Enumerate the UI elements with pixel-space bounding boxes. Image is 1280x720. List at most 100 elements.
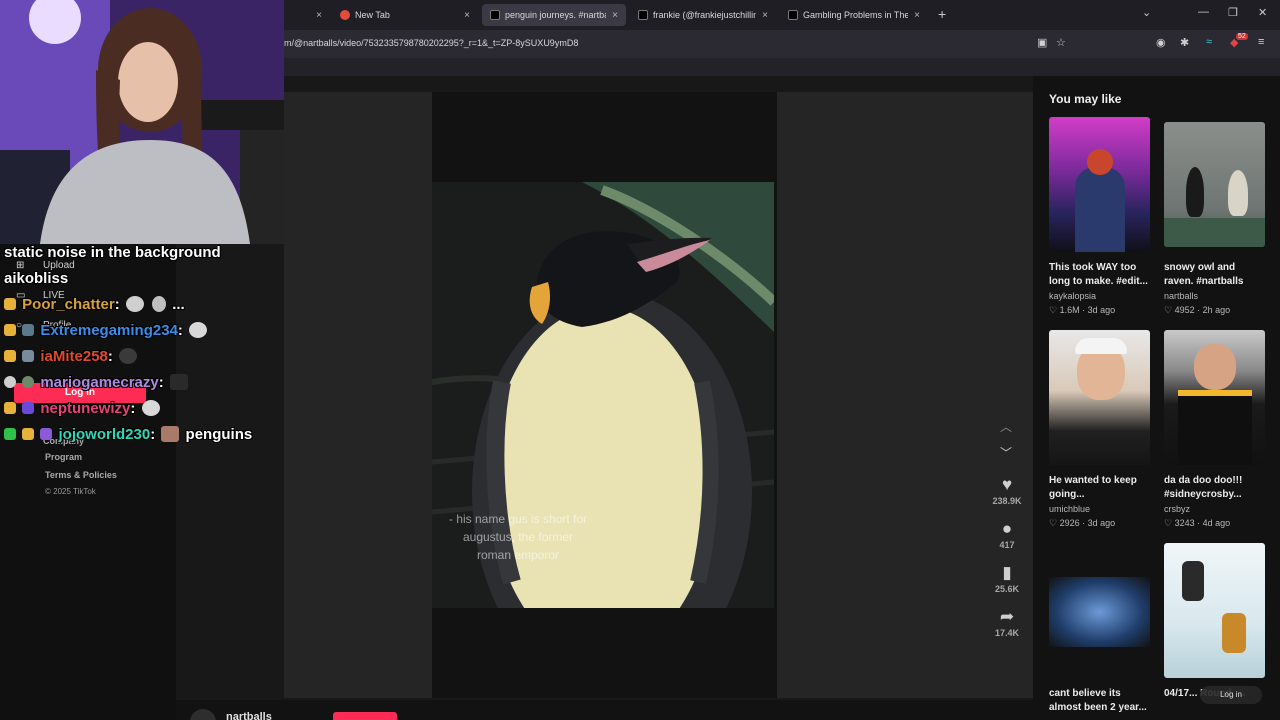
video-thumbnail[interactable] <box>1164 330 1265 465</box>
save-button[interactable]: ▮ 25.6K <box>986 564 1028 595</box>
chat-text: penguins <box>185 426 253 443</box>
close-icon[interactable]: × <box>612 10 618 21</box>
chat-message: Extremegaming234: <box>4 322 209 339</box>
browser-tab[interactable]: × <box>284 4 330 26</box>
heart-icon: ♥ <box>1001 475 1013 494</box>
emote-icon <box>189 322 208 338</box>
tab-label: New Tab <box>355 10 390 20</box>
share-button[interactable]: ➦ 17.4K <box>986 607 1028 639</box>
tiktok-icon <box>638 10 648 20</box>
chat-message: jojoworld230: penguins <box>4 426 252 443</box>
browser-tab-bar: × New Tab × penguin journeys. #nartball … <box>284 0 1280 30</box>
card-author[interactable]: umichblue <box>1049 504 1150 514</box>
video-thumbnail[interactable] <box>1049 117 1150 252</box>
chat-username: aikobliss <box>4 270 69 287</box>
chat-colon: : <box>150 426 156 443</box>
chat-username: mariogamecrazy <box>40 374 159 391</box>
like-button[interactable]: ♥ 238.9K <box>986 475 1028 507</box>
card-likes: 2926 <box>1059 518 1080 528</box>
card-meta: ♡ 3243 · 4d ago <box>1164 518 1265 529</box>
card-title: snowy owl and raven. #nartballs <box>1164 262 1244 287</box>
new-tab-button[interactable]: + <box>938 6 946 22</box>
badge-icon <box>22 376 35 388</box>
extension-icon[interactable]: ≈ <box>1206 36 1212 48</box>
close-window-icon[interactable]: ✕ <box>1258 6 1267 19</box>
tiktok-icon <box>788 10 798 20</box>
chat-username: Extremegaming234 <box>40 322 178 339</box>
author-name[interactable]: nartballs <box>226 711 272 720</box>
close-icon[interactable]: × <box>464 10 470 21</box>
badge-icon <box>22 324 35 336</box>
firefox-icon <box>340 10 350 20</box>
heart-icon: ♡ <box>1049 305 1058 315</box>
emote-icon <box>119 348 138 364</box>
recommended-card[interactable]: cant believe its almost been 2 year... <box>1049 543 1150 715</box>
card-meta: ♡ 4952 · 2h ago <box>1164 305 1265 316</box>
address-bar[interactable]: m/@nartballs/video/7532335798780202295?_… <box>284 30 1280 58</box>
chat-colon: : <box>107 348 113 365</box>
card-age: 3d ago <box>1087 305 1116 315</box>
card-likes: 4952 <box>1174 305 1195 315</box>
browser-tab[interactable]: Gambling Problems in Therapy × <box>780 4 928 26</box>
list-tabs-icon[interactable]: ⌄ <box>1142 6 1151 19</box>
minimize-icon[interactable]: — <box>1198 6 1209 18</box>
save-count: 25.6K <box>994 584 1020 594</box>
chat-colon: : <box>177 322 183 339</box>
video-thumbnail[interactable] <box>1164 122 1265 247</box>
bookmark-star-icon[interactable]: ☆ <box>1056 36 1066 49</box>
tiktok-icon <box>490 10 500 20</box>
picture-in-picture-icon[interactable]: ▣ <box>1037 36 1047 49</box>
chat-colon: : <box>114 296 120 313</box>
badge-icon <box>22 428 35 440</box>
close-icon[interactable]: × <box>914 10 920 21</box>
chat-message: neptunewizy: <box>4 400 162 417</box>
close-icon[interactable]: × <box>316 10 322 21</box>
chat-colon: : <box>130 400 136 417</box>
card-author[interactable]: crsbyz <box>1164 504 1265 514</box>
footer-program[interactable]: Program <box>45 452 82 462</box>
like-count: 238.9K <box>992 496 1022 506</box>
follow-button[interactable] <box>333 712 397 720</box>
screen: × New Tab × penguin journeys. #nartball … <box>0 0 1280 720</box>
badge-icon <box>22 350 35 362</box>
chat-message: iaMite258: <box>4 348 139 365</box>
browser-tab-active[interactable]: penguin journeys. #nartball × <box>482 4 626 26</box>
video-thumbnail[interactable] <box>1049 543 1150 678</box>
recommended-card[interactable]: He wanted to keep going... umichblue ♡ 2… <box>1049 330 1150 529</box>
recommended-card[interactable]: da da doo doo!!! #sidneycrosby... crsbyz… <box>1164 330 1265 529</box>
comment-button[interactable]: ● 417 <box>986 520 1028 551</box>
url-text[interactable]: m/@nartballs/video/7532335798780202295?_… <box>284 38 578 48</box>
recommended-card[interactable]: This took WAY too long to make. #edit...… <box>1049 117 1150 316</box>
video-thumbnail[interactable] <box>1049 330 1150 465</box>
chat-header: static noise in the background <box>4 244 221 261</box>
notification-count-badge: 52 <box>1236 33 1248 40</box>
card-author[interactable]: nartballs <box>1164 291 1265 301</box>
footer-terms[interactable]: Terms & Policies <box>45 470 117 480</box>
chat-message: mariogamecrazy: <box>4 374 190 391</box>
browser-tab-new-tab[interactable]: New Tab × <box>332 4 478 26</box>
recommended-card[interactable]: snowy owl and raven. #nartballs nartball… <box>1164 122 1265 316</box>
extensions-icon[interactable]: ✱ <box>1180 36 1189 49</box>
video-thumbnail[interactable] <box>1164 543 1265 678</box>
maximize-icon[interactable]: ❐ <box>1228 6 1238 19</box>
card-author[interactable]: kaykalopsia <box>1049 291 1150 301</box>
card-title: He wanted to keep going... <box>1049 475 1137 500</box>
heart-icon: ♡ <box>1049 518 1058 528</box>
chat-message: Poor_chatter: ... <box>4 296 185 313</box>
emote-icon <box>169 374 188 390</box>
chevron-up-icon[interactable]: ︿ <box>1000 418 1012 435</box>
chevron-down-icon[interactable]: ﹀ <box>1000 444 1012 461</box>
heart-icon: ♡ <box>1164 518 1173 528</box>
chat-username: jojoworld230 <box>58 426 151 443</box>
card-likes: 1.6M <box>1059 305 1080 315</box>
share-count: 17.4K <box>994 628 1020 638</box>
chat-username: neptunewizy <box>40 400 131 417</box>
floating-login-button[interactable]: Log in <box>1200 686 1262 704</box>
card-age: 2h ago <box>1202 305 1231 315</box>
chat-username: iaMite258 <box>40 348 108 365</box>
menu-icon[interactable]: ≡ <box>1258 36 1264 48</box>
browser-tab[interactable]: frankie (@frankiejustchillin)'s vi × <box>630 4 776 26</box>
share-icon: ➦ <box>999 607 1015 626</box>
close-icon[interactable]: × <box>762 10 768 21</box>
account-icon[interactable]: ◉ <box>1156 36 1166 49</box>
